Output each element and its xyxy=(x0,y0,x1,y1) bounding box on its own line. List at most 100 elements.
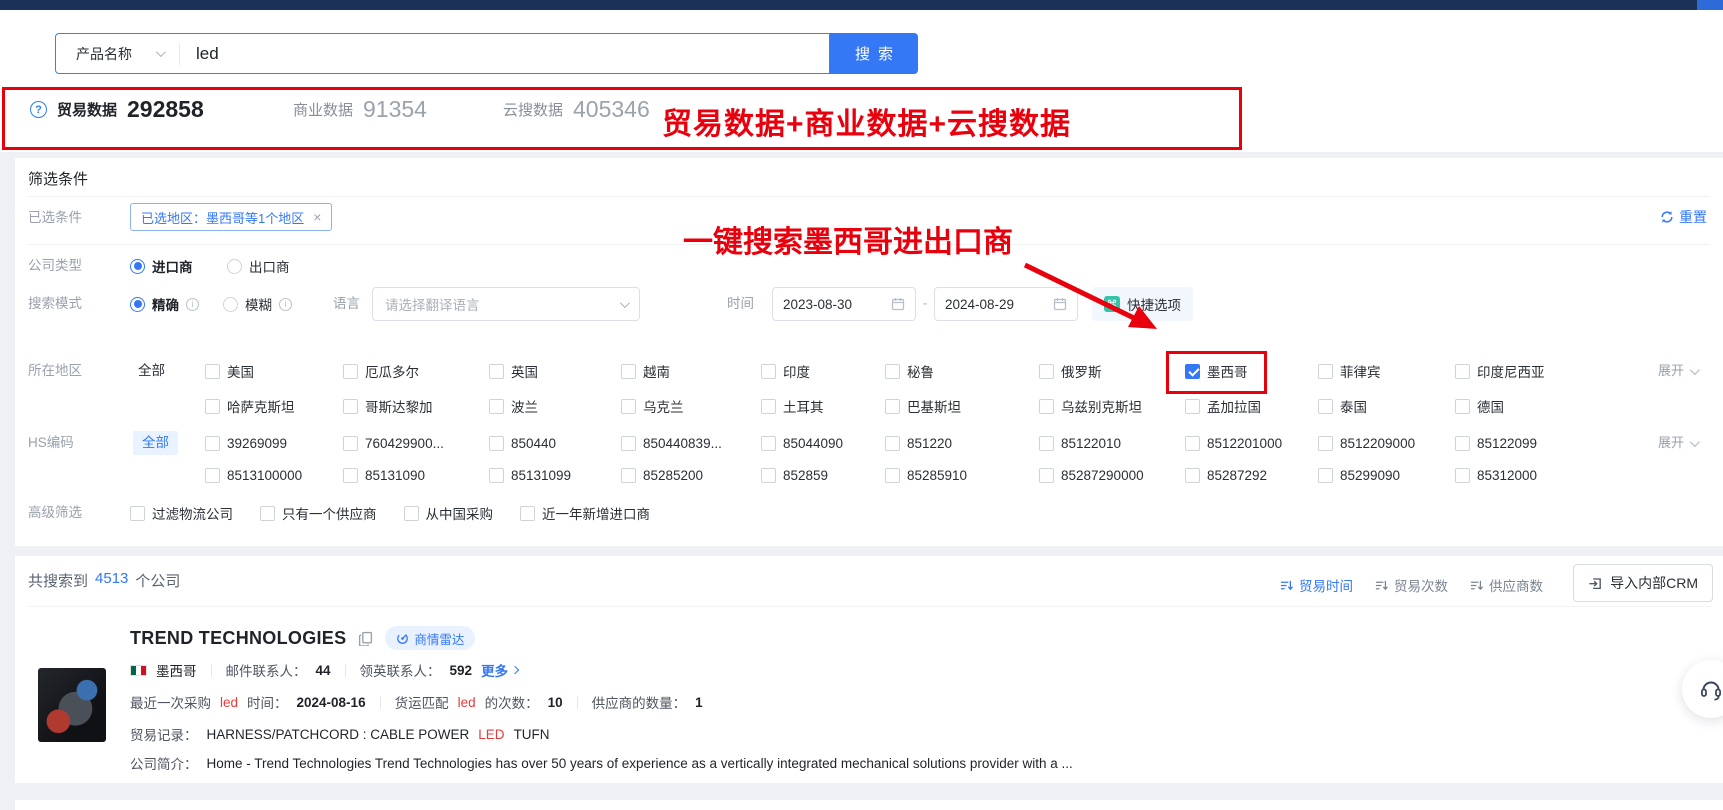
checkbox-icon xyxy=(205,436,220,451)
copy-icon[interactable] xyxy=(358,631,373,646)
advanced-option[interactable]: 只有一个供应商 xyxy=(260,503,377,523)
import-icon xyxy=(1588,576,1603,591)
hs-option[interactable]: 85299090 xyxy=(1318,468,1455,483)
checkbox-icon xyxy=(489,436,504,451)
time-label: 时间 xyxy=(727,286,754,322)
company-profile-line: 公司简介： Home - Trend Technologies Trend Te… xyxy=(130,753,1073,773)
divider xyxy=(380,696,381,709)
region-option[interactable]: 厄瓜多尔 xyxy=(343,361,489,381)
checkbox-icon xyxy=(885,399,900,414)
region-option[interactable]: 哥斯达黎加 xyxy=(343,396,489,416)
checkbox-icon xyxy=(621,364,636,379)
hs-option[interactable]: 85285910 xyxy=(885,468,1039,483)
company-thumbnail[interactable] xyxy=(38,668,106,742)
region-option[interactable]: 英国 xyxy=(489,361,621,381)
checkbox-icon xyxy=(489,468,504,483)
region-expand-button[interactable]: 展开 xyxy=(1658,356,1697,386)
hs-option[interactable]: 85131090 xyxy=(343,468,489,483)
sort-trade-time[interactable]: 贸易时间 xyxy=(1280,575,1353,595)
hs-option[interactable]: 850440839... xyxy=(621,436,761,451)
quick-options-button[interactable]: ⌘ 快捷选项 xyxy=(1092,287,1193,321)
radio-icon xyxy=(130,259,145,274)
hs-option[interactable]: 85044090 xyxy=(761,436,885,451)
hs-option[interactable]: 85285200 xyxy=(621,468,761,483)
hs-option[interactable]: 760429900... xyxy=(343,436,489,451)
language-select[interactable]: 请选择翻译语言 xyxy=(372,287,640,321)
info-circle-icon[interactable]: i xyxy=(279,298,292,311)
chevron-down-icon xyxy=(620,298,630,308)
region-option[interactable]: 乌兹别克斯坦 xyxy=(1039,396,1185,416)
radio-exact[interactable]: 精确 i xyxy=(130,286,199,322)
region-option[interactable]: 美国 xyxy=(205,361,343,381)
hs-option[interactable]: 85312000 xyxy=(1455,468,1605,483)
advanced-option[interactable]: 过滤物流公司 xyxy=(130,503,233,523)
region-option[interactable]: 印度 xyxy=(761,361,885,381)
hs-option[interactable]: 85131099 xyxy=(489,468,621,483)
search-input[interactable] xyxy=(180,44,829,64)
hs-option[interactable]: 85122010 xyxy=(1039,436,1185,451)
tab-cloud-data[interactable]: 云搜数据 405346 xyxy=(503,96,650,123)
tab-trade-data[interactable]: ? 贸易数据 292858 xyxy=(30,96,204,123)
region-option[interactable]: 泰国 xyxy=(1318,396,1455,416)
checkbox-icon xyxy=(621,468,636,483)
tab-business-data[interactable]: 商业数据 91354 xyxy=(293,96,427,123)
hs-expand-button[interactable]: 展开 xyxy=(1658,428,1697,458)
advanced-option[interactable]: 近一年新增进口商 xyxy=(520,503,650,523)
region-all-option[interactable]: 全部 xyxy=(138,356,165,386)
company-name[interactable]: TREND TECHNOLOGIES xyxy=(130,628,346,649)
region-option[interactable]: 波兰 xyxy=(489,396,621,416)
hs-option[interactable]: 851220 xyxy=(885,436,1039,451)
sort-trade-count[interactable]: 贸易次数 xyxy=(1375,575,1448,595)
date-to-input[interactable]: 2024-08-29 xyxy=(934,287,1078,321)
hs-all-option[interactable]: 全部 xyxy=(133,431,178,455)
import-crm-button[interactable]: 导入内部CRM xyxy=(1573,564,1713,602)
region-option[interactable]: 越南 xyxy=(621,361,761,381)
radio-exporter[interactable]: 出口商 xyxy=(227,252,290,280)
region-option[interactable]: 孟加拉国 xyxy=(1185,396,1318,416)
email-contact-count: 44 xyxy=(316,663,331,678)
filter-title: 筛选条件 xyxy=(28,168,88,189)
info-circle-icon[interactable]: i xyxy=(186,298,199,311)
hs-option[interactable]: 85287292 xyxy=(1185,468,1318,483)
checkbox-icon xyxy=(621,436,636,451)
region-option[interactable]: 俄罗斯 xyxy=(1039,361,1185,381)
company-header: TREND TECHNOLOGIES 商情雷达 xyxy=(130,626,475,650)
radio-importer[interactable]: 进口商 xyxy=(130,252,193,280)
region-option[interactable]: 土耳其 xyxy=(761,396,885,416)
checkbox-icon xyxy=(205,364,220,379)
hs-option[interactable]: 85287290000 xyxy=(1039,468,1185,483)
region-option[interactable]: 哈萨克斯坦 xyxy=(205,396,343,416)
region-option[interactable]: 德国 xyxy=(1455,396,1605,416)
hs-option[interactable]: 39269099 xyxy=(205,436,343,451)
region-option[interactable]: 巴基斯坦 xyxy=(885,396,1039,416)
radio-fuzzy[interactable]: 模糊 i xyxy=(223,286,292,322)
region-option[interactable]: 秘鲁 xyxy=(885,361,1039,381)
sort-supplier-count[interactable]: 供应商数 xyxy=(1470,575,1543,595)
date-from-input[interactable]: 2023-08-30 xyxy=(772,287,916,321)
more-button[interactable]: 更多 xyxy=(481,660,518,680)
region-option[interactable]: 菲律宾 xyxy=(1318,361,1455,381)
region-option[interactable]: 印度尼西亚 xyxy=(1455,361,1605,381)
reset-button[interactable]: 重置 xyxy=(1660,207,1707,227)
close-icon[interactable]: × xyxy=(313,210,321,224)
selected-region-chip[interactable]: 已选地区：墨西哥等1个地区 × xyxy=(130,203,332,231)
region-option[interactable]: 乌克兰 xyxy=(621,396,761,416)
hs-option[interactable]: 8513100000 xyxy=(205,468,343,483)
search-button[interactable]: 搜索 xyxy=(830,33,918,74)
advanced-option[interactable]: 从中国采购 xyxy=(404,503,494,523)
hs-option[interactable]: 85122099 xyxy=(1455,436,1605,451)
hs-option[interactable]: 850440 xyxy=(489,436,621,451)
radar-icon xyxy=(396,632,409,645)
search-category-dropdown[interactable]: 产品名称 xyxy=(56,34,179,73)
active-tab-underline xyxy=(102,147,178,150)
keyword-highlight: led xyxy=(220,695,238,710)
chevron-down-icon xyxy=(1690,437,1700,447)
divider xyxy=(577,696,578,709)
hs-option[interactable]: 8512209000 xyxy=(1318,436,1455,451)
region-option-mexico[interactable]: 墨西哥 xyxy=(1185,361,1318,381)
hs-option[interactable]: 8512201000 xyxy=(1185,436,1318,451)
hs-option[interactable]: 852859 xyxy=(761,468,885,483)
business-radar-badge[interactable]: 商情雷达 xyxy=(385,626,475,650)
question-circle-icon[interactable]: ? xyxy=(30,101,47,118)
search-category-label: 产品名称 xyxy=(76,44,132,64)
